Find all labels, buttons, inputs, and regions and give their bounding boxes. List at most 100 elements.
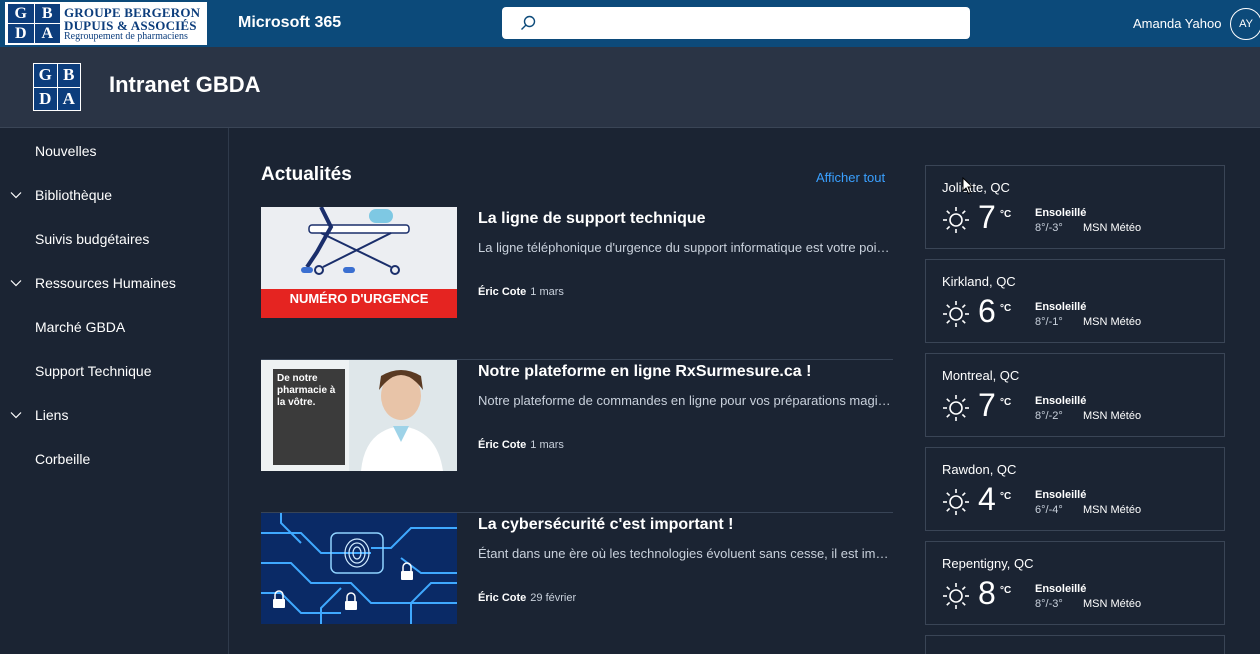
weather-unit: °C [1000,209,1012,220]
weather-range: 6°/-4° [1035,504,1063,516]
org-logo-monogram: G B D A [8,4,60,43]
weather-temp: 4 [978,481,996,517]
user-name: Amanda Yahoo [1133,16,1222,31]
nav-item-suivis-budgetaires[interactable]: Suivis budgétaires [0,217,228,261]
weather-source[interactable]: MSN Météo [1083,598,1141,610]
weather-condition: Ensoleillé [1035,489,1087,501]
app-name[interactable]: Microsoft 365 [238,14,341,32]
weather-condition: Ensoleillé [1035,301,1087,313]
weather-temp: 7 [978,199,996,235]
weather-condition: Ensoleillé [1035,395,1087,407]
news-headline[interactable]: La ligne de support technique [478,210,706,228]
nav-item-bibliotheque[interactable]: Bibliothèque [0,173,228,217]
weather-unit: °C [1000,491,1012,502]
nav-item-support-technique[interactable]: Support Technique [0,349,228,393]
sun-icon [943,489,969,515]
see-all-link[interactable]: Afficher tout [816,170,885,185]
org-logo-line: DUPUIS & ASSOCIÉS [64,17,197,33]
mouse-cursor-icon [962,177,974,195]
search-box[interactable] [502,7,970,39]
sun-icon [943,301,969,327]
news-meta: Éric Cote 29 février [478,592,576,604]
nav-item-liens[interactable]: Liens [0,393,228,437]
news-author: Éric Cote [478,286,527,298]
left-navigation: Nouvelles Bibliothèque Suivis budgétaire… [0,128,229,654]
news-item[interactable]: La cybersécurité c'est important ! Étant… [261,513,893,654]
weather-range: 8°/-3° [1035,598,1063,610]
site-logo[interactable]: G B D A [33,63,81,111]
sun-icon [943,207,969,233]
chevron-down-icon[interactable] [10,409,22,421]
nav-item-label: Nouvelles [35,143,97,159]
monogram-letter: G [8,4,34,23]
news-headline[interactable]: Notre plateforme en ligne RxSurmesure.ca… [478,363,811,381]
news-date: 29 février [530,592,577,604]
monogram-letter: D [34,87,57,110]
news-thumbnail[interactable]: NUMÉRO D'URGENCE [261,207,457,318]
chevron-down-icon[interactable] [10,189,22,201]
news-headline[interactable]: La cybersécurité c'est important ! [478,516,733,534]
nav-item-marche-gbda[interactable]: Marché GBDA [0,305,228,349]
news-description: La ligne téléphonique d'urgence du suppo… [478,240,893,255]
search-icon [521,15,536,30]
weather-unit: °C [1000,585,1012,596]
news-date: 1 mars [530,439,564,451]
news-date: 1 mars [530,286,564,298]
weather-temp: 7 [978,387,996,423]
sun-icon [943,395,969,421]
nav-item-label: Ressources Humaines [35,275,176,291]
weather-card-partial[interactable] [925,635,1225,654]
weather-source[interactable]: MSN Météo [1083,504,1141,516]
weather-source[interactable]: MSN Météo [1083,410,1141,422]
urgent-banner: NUMÉRO D'URGENCE [261,289,457,318]
weather-city: Repentigny, QC [942,556,1034,571]
news-description: Étant dans une ère où les technologies é… [478,546,893,561]
site-header: G B D A Intranet GBDA [0,47,1260,128]
thumb-overlay-text: De notre pharmacie à la vôtre. [277,373,336,408]
circuit-board-illustration [261,513,457,624]
weather-range: 8°/-3° [1035,222,1063,234]
site-title[interactable]: Intranet GBDA [109,72,261,98]
weather-temp: 8 [978,575,996,611]
monogram-letter: B [34,4,60,23]
org-logo-line: Regroupement de pharmaciens [64,30,188,42]
weather-card[interactable]: Kirkland, QC 6 °C Ensoleillé 8°/-1° MSN … [925,259,1225,343]
nav-item-label: Liens [35,407,69,423]
news-thumbnail[interactable] [261,513,457,624]
weather-unit: °C [1000,303,1012,314]
sun-icon [943,583,969,609]
weather-source[interactable]: MSN Météo [1083,222,1141,234]
monogram-letter: A [57,87,80,110]
chevron-down-icon[interactable] [10,277,22,289]
news-section-title: Actualités [261,164,352,185]
news-meta: Éric Cote 1 mars [478,286,564,298]
news-meta: Éric Cote 1 mars [478,439,564,451]
monogram-letter: G [34,64,57,87]
nav-item-label: Marché GBDA [35,319,126,335]
monogram-letter: B [57,64,80,87]
news-item[interactable]: NUMÉRO D'URGENCE La ligne de support tec… [261,207,893,360]
monogram-letter: A [34,24,60,43]
news-author: Éric Cote [478,439,527,451]
weather-card[interactable]: Montreal, QC 7 °C Ensoleillé 8°/-2° MSN … [925,353,1225,437]
org-logo[interactable]: G B D A GROUPE BERGERON DUPUIS & ASSOCIÉ… [5,2,207,45]
nav-item-corbeille[interactable]: Corbeille [0,437,228,481]
weather-city: Joliette, QC [942,180,1010,195]
nav-item-nouvelles[interactable]: Nouvelles [0,129,228,173]
news-description: Notre plateforme de commandes en ligne p… [478,393,893,408]
nav-item-ressources-humaines[interactable]: Ressources Humaines [0,261,228,305]
avatar[interactable]: AY [1230,8,1260,40]
nav-item-label: Suivis budgétaires [35,231,150,247]
weather-card[interactable]: Repentigny, QC 8 °C Ensoleillé 8°/-3° MS… [925,541,1225,625]
weather-source[interactable]: MSN Météo [1083,316,1141,328]
suite-bar: G B D A GROUPE BERGERON DUPUIS & ASSOCIÉ… [0,0,1260,47]
news-thumbnail[interactable]: De notre pharmacie à la vôtre. [261,360,457,471]
urgent-banner-text: NUMÉRO D'URGENCE [289,291,429,306]
nav-item-label: Corbeille [35,451,91,467]
monogram-letter: D [8,24,34,43]
nav-item-label: Support Technique [35,363,152,379]
news-item[interactable]: De notre pharmacie à la vôtre. Notre pla… [261,360,893,513]
weather-city: Kirkland, QC [942,274,1016,289]
weather-card[interactable]: Rawdon, QC 4 °C Ensoleillé 6°/-4° MSN Mé… [925,447,1225,531]
weather-condition: Ensoleillé [1035,583,1087,595]
